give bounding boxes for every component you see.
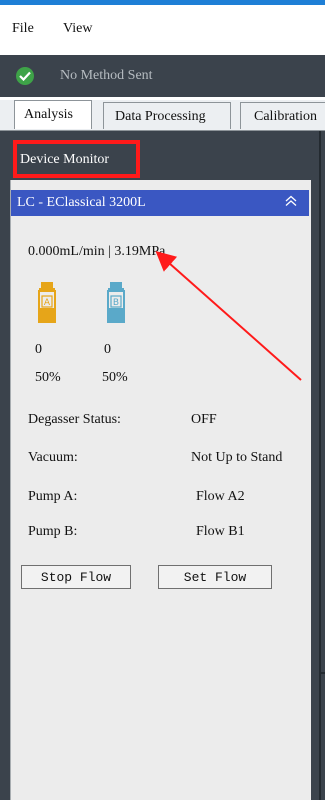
bottle-b-value: 0	[104, 342, 111, 357]
check-circle-icon	[16, 67, 34, 85]
bottle-b-percent: 50%	[102, 370, 128, 385]
pump-a-value: Flow A2	[196, 489, 245, 504]
panel-splitter[interactable]	[319, 131, 321, 800]
method-status-text: No Method Sent	[60, 68, 153, 83]
device-card: LC - EClassical 3200L 0.000mL/min | 3.19…	[10, 180, 311, 800]
degasser-status-label: Degasser Status:	[28, 412, 121, 427]
menu-file[interactable]: File	[12, 21, 34, 37]
main-tab-bar: Analysis Data Processing Calibration	[0, 100, 325, 131]
tab-analysis[interactable]: Analysis	[14, 100, 92, 129]
tab-calibration[interactable]: Calibration	[240, 102, 325, 129]
method-status-bar: No Method Sent	[0, 55, 325, 97]
device-monitor-title: Device Monitor	[13, 140, 140, 178]
double-chevron-up-icon[interactable]	[285, 195, 297, 212]
menu-view[interactable]: View	[63, 21, 92, 37]
device-name: LC - EClassical 3200L	[17, 195, 146, 210]
vacuum-label: Vacuum:	[28, 450, 78, 465]
pump-b-label: Pump B:	[28, 524, 78, 539]
flow-pressure-readout: 0.000mL/min | 3.19MPa	[28, 244, 166, 259]
bottle-a-percent: 50%	[35, 370, 61, 385]
set-flow-button[interactable]: Set Flow	[158, 565, 272, 589]
tab-data-processing[interactable]: Data Processing	[103, 102, 231, 129]
bottle-a-letter: A	[44, 298, 51, 308]
bottle-a-value: 0	[35, 342, 42, 357]
bottle-b-letter: B	[113, 298, 119, 308]
solvent-b-bottle-icon: B	[106, 282, 126, 329]
menu-bar: File View	[0, 13, 325, 43]
solvent-a-bottle-icon: A	[37, 282, 57, 329]
pump-a-label: Pump A:	[28, 489, 78, 504]
window-top-accent	[0, 0, 325, 5]
vacuum-value: Not Up to Stand	[191, 450, 283, 465]
device-card-header[interactable]: LC - EClassical 3200L	[11, 190, 309, 216]
panel-splitter-tick	[319, 672, 325, 674]
degasser-status-value: OFF	[191, 412, 217, 427]
stop-flow-button[interactable]: Stop Flow	[21, 565, 131, 589]
pump-b-value: Flow B1	[196, 524, 245, 539]
